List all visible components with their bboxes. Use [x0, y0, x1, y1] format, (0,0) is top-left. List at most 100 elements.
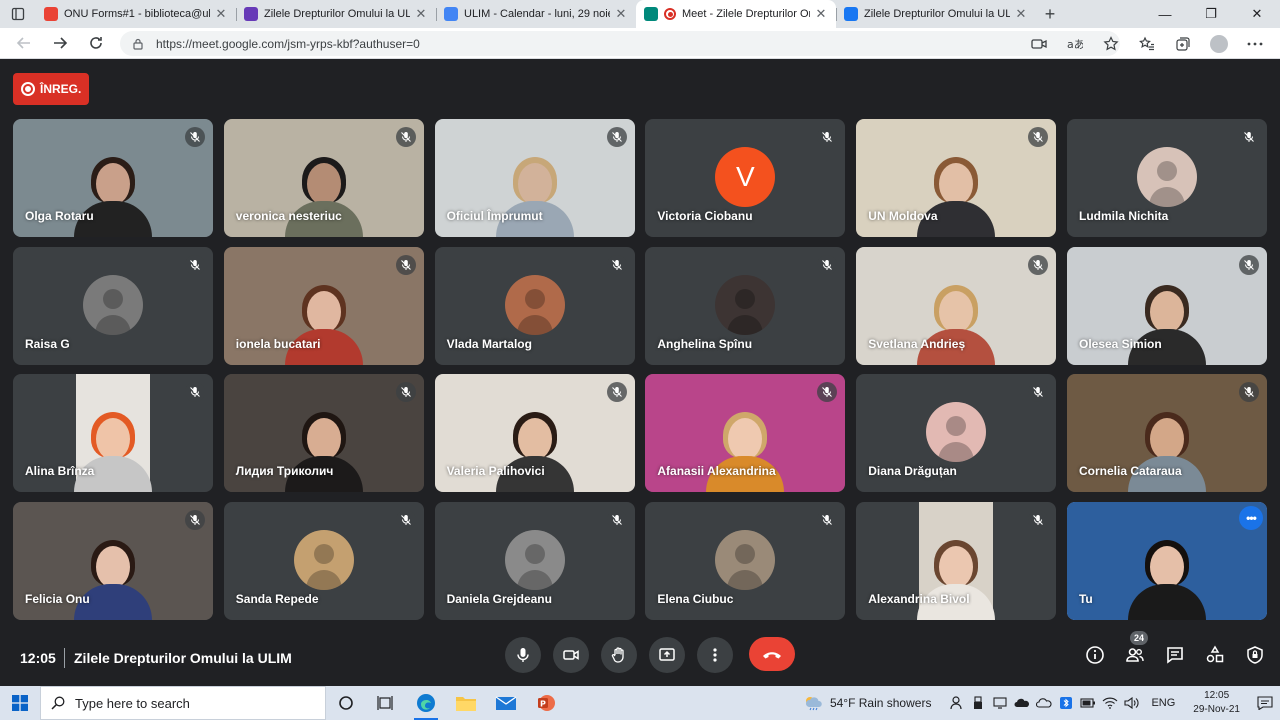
self-tile[interactable]: ••• Tu [1066, 502, 1267, 621]
participant-tile[interactable]: Elena Ciubuc [645, 502, 846, 621]
camera-in-use-icon[interactable] [1024, 28, 1054, 59]
volume-tray-icon[interactable] [1123, 694, 1141, 712]
participant-tile[interactable]: veronica nesteriuc [223, 119, 424, 237]
taskbar-powerpoint[interactable]: P [526, 686, 566, 720]
participant-tile[interactable]: Raisa G [13, 246, 213, 365]
muted-mic-icon [1028, 510, 1049, 531]
profile-photo-avatar [504, 530, 565, 591]
rain-cloud-icon [805, 697, 822, 711]
leave-call-button[interactable] [749, 637, 795, 671]
participant-tile[interactable]: Лидия Триколич [223, 374, 424, 493]
participant-tile[interactable]: Vlada Martalog [434, 246, 635, 365]
read-aloud-icon[interactable]: aあ [1060, 28, 1090, 59]
tab-close-icon[interactable]: ✕ [814, 6, 828, 22]
participant-tile[interactable]: UN Moldova [856, 119, 1057, 237]
participants-button[interactable]: 24 [1124, 631, 1148, 666]
participant-tile[interactable]: Ludmila Nichita [1066, 119, 1267, 237]
more-options-button[interactable] [697, 637, 733, 673]
participant-tile[interactable]: Svetlana Andrieș [856, 246, 1057, 365]
participant-tile[interactable]: Alina Brînza [13, 374, 213, 493]
collections-icon[interactable] [1168, 28, 1198, 59]
forms-icon [244, 7, 258, 21]
microphone-button[interactable] [505, 637, 541, 673]
tab-close-icon[interactable]: ✕ [614, 6, 628, 22]
usb-tray-icon[interactable] [969, 694, 987, 712]
activities-button[interactable] [1204, 644, 1226, 666]
participant-tile[interactable]: Anghelina Spînu [645, 246, 846, 365]
participant-name: Oficiul Împrumut [446, 209, 543, 223]
back-arrow-icon [16, 37, 30, 49]
contacts-tray-icon[interactable] [947, 694, 965, 712]
favorite-star-icon[interactable] [1096, 28, 1126, 59]
onedrive-outline-tray-icon[interactable] [1035, 694, 1053, 712]
new-tab-button[interactable]: + [1036, 0, 1064, 28]
participant-tile[interactable]: Sanda Repede [223, 502, 424, 621]
screen-share-tray-icon[interactable] [991, 694, 1009, 712]
forward-button[interactable] [42, 28, 78, 59]
participant-name: veronica nesteriuc [235, 209, 342, 223]
recording-badge[interactable]: ÎNREG. [13, 73, 89, 105]
camera-button[interactable] [553, 637, 589, 673]
browser-tab[interactable]: Meet - Zilele Drepturilor Om ✕ [636, 0, 836, 28]
taskbar-file-explorer[interactable] [446, 686, 486, 720]
favorites-icon[interactable] [1132, 28, 1162, 59]
settings-more-button[interactable] [1240, 28, 1270, 59]
input-language[interactable]: ENG [1151, 697, 1175, 709]
participant-tile[interactable]: Diana Drăguțan [856, 374, 1057, 493]
participant-tile[interactable]: Olga Rotaru [13, 119, 213, 237]
participant-tile[interactable]: Valeria Palihovici [434, 374, 635, 493]
present-screen-button[interactable] [649, 637, 685, 673]
people-icon [1126, 648, 1144, 662]
participant-tile[interactable]: Olesea Simion [1066, 246, 1267, 365]
minimize-button[interactable]: — [1142, 0, 1188, 28]
muted-mic-icon [1028, 254, 1049, 275]
cortana-button[interactable] [326, 686, 366, 720]
onedrive-tray-icon[interactable] [1013, 694, 1031, 712]
more-options-icon[interactable]: ••• [1238, 506, 1263, 531]
meeting-details-button[interactable] [1084, 644, 1106, 666]
start-button[interactable] [0, 686, 40, 720]
tab-close-icon[interactable]: ✕ [214, 6, 228, 22]
reload-button[interactable] [78, 28, 114, 59]
taskbar-mail[interactable] [486, 686, 526, 720]
browser-tab[interactable]: ULIM - Calendar - luni, 29 noiem ✕ [436, 0, 636, 28]
muted-mic-icon [606, 254, 627, 275]
clock-date[interactable]: 12:05 29-Nov-21 [1193, 689, 1240, 717]
weather-widget[interactable]: 54°F Rain showers [804, 695, 931, 711]
tab-title: Zilele Drepturilor Omului la ULIM [864, 8, 1010, 20]
browser-tab[interactable]: Zilele Drepturilor Omului la ULIM ✕ [836, 0, 1036, 28]
url-field[interactable]: https://meet.google.com/jsm-yrps-kbf?aut… [120, 31, 1120, 56]
tab-actions-menu[interactable] [0, 0, 36, 28]
participant-tile[interactable]: ionela bucatari [223, 246, 424, 365]
taskbar-edge[interactable] [406, 686, 446, 720]
participant-tile[interactable]: Oficiul Împrumut [434, 119, 635, 237]
participant-tile[interactable]: Cornelia Cataraua [1066, 374, 1267, 493]
back-button[interactable] [6, 28, 42, 59]
participant-count-badge: 24 [1130, 631, 1148, 645]
close-window-button[interactable]: ✕ [1234, 0, 1280, 28]
browser-tab[interactable]: ONU Forms#1 - biblioteca@ulim ✕ [36, 0, 236, 28]
recording-icon [21, 82, 35, 96]
chat-button[interactable] [1164, 644, 1186, 666]
browser-tab[interactable]: Zilele Drepturilor Omului la ULIM ✕ [236, 0, 436, 28]
participant-tile[interactable]: Alexandrina Bivol [856, 502, 1057, 621]
task-view-button[interactable] [366, 686, 406, 720]
search-placeholder: Type here to search [75, 695, 190, 711]
tab-close-icon[interactable]: ✕ [1014, 6, 1028, 22]
maximize-button[interactable]: ❐ [1188, 0, 1234, 28]
host-controls-button[interactable] [1244, 644, 1266, 666]
raise-hand-button[interactable] [601, 637, 637, 673]
participant-tile[interactable]: V Victoria Ciobanu [645, 119, 846, 237]
wifi-tray-icon[interactable] [1101, 694, 1119, 712]
bluetooth-tray-icon[interactable] [1057, 694, 1075, 712]
more-vertical-icon [713, 648, 717, 662]
participant-tile[interactable]: Daniela Grejdeanu [434, 502, 635, 621]
taskbar-search[interactable]: Type here to search [40, 686, 326, 720]
edge-browser-icon [417, 694, 435, 712]
battery-tray-icon[interactable] [1079, 694, 1097, 712]
participant-tile[interactable]: Afanasii Alexandrina [645, 374, 846, 493]
notifications-button[interactable] [1250, 686, 1280, 720]
tab-close-icon[interactable]: ✕ [414, 6, 428, 22]
participant-tile[interactable]: Felicia Onu [13, 502, 213, 621]
profile-button[interactable] [1204, 28, 1234, 59]
